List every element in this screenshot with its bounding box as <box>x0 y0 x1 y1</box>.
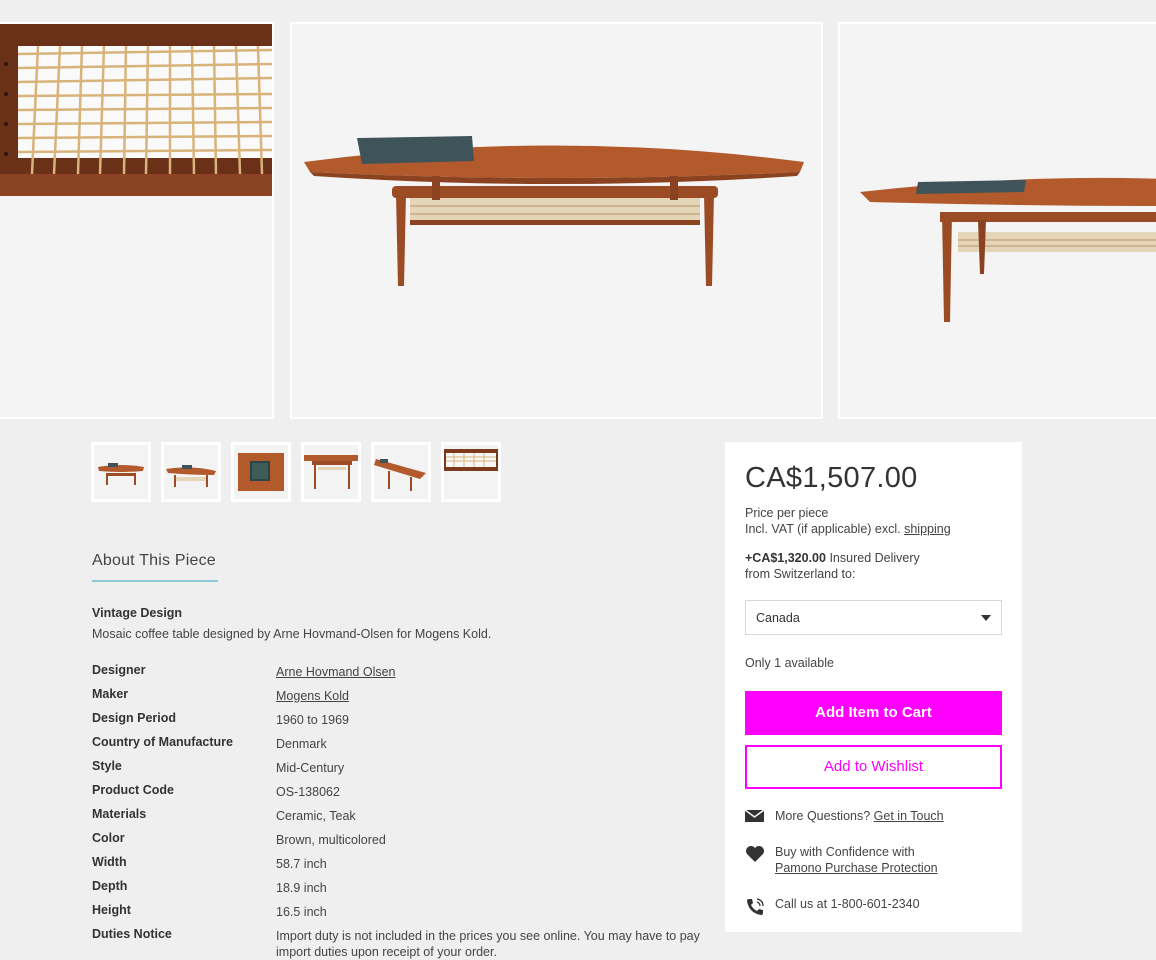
spec-value: Brown, multicolored <box>276 833 386 847</box>
delivery-price: +CA$1,320.00 <box>745 551 826 565</box>
spec-label: Color <box>92 831 125 845</box>
spec-row-country: Country of Manufacture Denmark <box>92 735 712 759</box>
thumbnail-2[interactable] <box>161 442 221 502</box>
country-value: Canada <box>756 611 800 625</box>
country-select[interactable]: Canada <box>745 600 1002 635</box>
spec-label: Height <box>92 903 131 917</box>
spec-value: 58.7 inch <box>276 857 327 871</box>
spec-row-depth: Depth 18.9 inch <box>92 879 712 903</box>
questions-text: More Questions? Get in Touch <box>775 809 944 825</box>
spec-row-duties: Duties Notice Import duty is not include… <box>92 927 712 959</box>
spec-label: Materials <box>92 807 147 821</box>
spec-value: 18.9 inch <box>276 881 327 895</box>
chevron-down-icon <box>981 615 991 621</box>
spec-row-materials: Materials Ceramic, Teak <box>92 807 712 831</box>
gallery-slide-side-view[interactable] <box>838 22 1156 419</box>
spec-label: Country of Manufacture <box>92 735 233 749</box>
spec-row-style: Style Mid-Century <box>92 759 712 783</box>
spec-label: Designer <box>92 663 146 677</box>
thumbnail-5[interactable] <box>371 442 431 502</box>
spec-row-maker: Maker Mogens Kold <box>92 687 712 711</box>
vat-line: Incl. VAT (if applicable) excl. shipping <box>745 522 951 538</box>
envelope-icon <box>744 809 765 828</box>
product-image <box>0 24 272 417</box>
spec-label: Product Code <box>92 783 174 797</box>
questions-prefix: More Questions? <box>775 809 871 823</box>
thumbnail-1[interactable] <box>91 442 151 502</box>
spec-label: Design Period <box>92 711 177 725</box>
product-image <box>292 24 821 417</box>
call-text: Call us at 1-800-601-2340 <box>775 897 920 911</box>
spec-row-design-period: Design Period 1960 to 1969 <box>92 711 712 735</box>
spec-value: Ceramic, Teak <box>276 809 356 823</box>
delivery-label: Insured Delivery <box>829 551 920 565</box>
gallery-slide-front-view[interactable] <box>290 22 823 419</box>
vat-text: Incl. VAT (if applicable) excl. <box>745 521 901 536</box>
availability: Only 1 available <box>745 656 834 670</box>
thumbnail-strip <box>91 442 501 502</box>
spec-row-color: Color Brown, multicolored <box>92 831 712 855</box>
confidence-text: Buy with Confidence with Pamono Purchase… <box>775 845 938 876</box>
thumbnail-3[interactable] <box>231 442 291 502</box>
spec-label: Duties Notice <box>92 927 172 941</box>
about-title: About This Piece <box>92 552 218 582</box>
spec-table: Designer Arne Hovmand Olsen Maker Mogens… <box>92 663 712 959</box>
product-description: Mosaic coffee table designed by Arne Hov… <box>92 627 492 641</box>
spec-row-designer: Designer Arne Hovmand Olsen <box>92 663 712 687</box>
thumbnail-6[interactable] <box>441 442 501 502</box>
purchase-protection-link[interactable]: Pamono Purchase Protection <box>775 861 938 875</box>
spec-value: Denmark <box>276 737 327 751</box>
price-details: Price per piece Incl. VAT (if applicable… <box>745 506 951 537</box>
spec-row-product-code: Product Code OS-138062 <box>92 783 712 807</box>
add-to-wishlist-button[interactable]: Add to Wishlist <box>745 745 1002 789</box>
price: CA$1,507.00 <box>745 462 918 494</box>
add-to-cart-button[interactable]: Add Item to Cart <box>745 691 1002 735</box>
get-in-touch-link[interactable]: Get in Touch <box>874 809 944 823</box>
thumbnail-4[interactable] <box>301 442 361 502</box>
spec-label: Depth <box>92 879 128 893</box>
product-image <box>840 24 1156 417</box>
phone-icon <box>745 897 765 922</box>
vintage-heading: Vintage Design <box>92 606 183 620</box>
shipping-link[interactable]: shipping <box>904 522 951 536</box>
spec-row-height: Height 16.5 inch <box>92 903 712 927</box>
delivery-line: +CA$1,320.00 Insured Delivery <box>745 551 920 567</box>
price-per-piece: Price per piece <box>745 506 829 520</box>
spec-value: OS-138062 <box>276 785 340 799</box>
spec-value: 16.5 inch <box>276 905 327 919</box>
spec-value: Mid-Century <box>276 761 345 775</box>
purchase-card: CA$1,507.00 Price per piece Incl. VAT (i… <box>725 442 1022 932</box>
spec-value: 1960 to 1969 <box>276 713 349 727</box>
designer-link[interactable]: Arne Hovmand Olsen <box>276 664 706 680</box>
heart-icon <box>745 845 765 868</box>
gallery-slide-caning-closeup[interactable] <box>0 22 274 419</box>
spec-label: Width <box>92 855 127 869</box>
duties-notice: Import duty is not included in the price… <box>276 929 700 959</box>
spec-label: Maker <box>92 687 129 701</box>
delivery-origin: from Switzerland to: <box>745 566 856 581</box>
spec-row-width: Width 58.7 inch <box>92 855 712 879</box>
maker-link[interactable]: Mogens Kold <box>276 688 706 704</box>
delivery-info: +CA$1,320.00 Insured Delivery from Switz… <box>745 551 920 582</box>
confidence-prefix: Buy with Confidence with <box>775 845 915 859</box>
spec-label: Style <box>92 759 122 773</box>
